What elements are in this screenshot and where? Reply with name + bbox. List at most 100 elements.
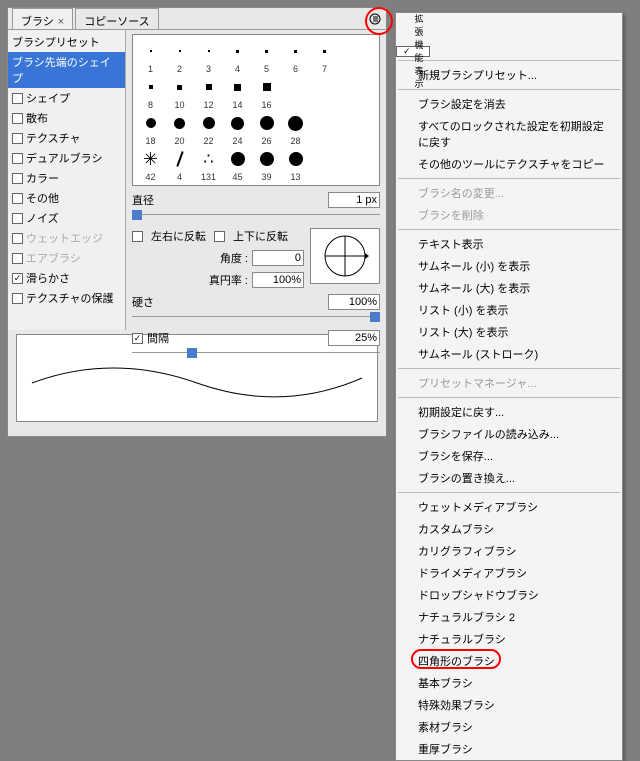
- brush-tip-cell[interactable]: 1: [136, 38, 165, 74]
- brush-tip-cell[interactable]: ✳42: [136, 146, 165, 182]
- sidebar-checkbox[interactable]: [12, 213, 23, 224]
- sidebar-item-テクスチャの保護[interactable]: テクスチャの保護: [8, 288, 125, 308]
- sidebar-checkbox[interactable]: [12, 293, 23, 304]
- brush-tip-cell[interactable]: 39: [252, 146, 281, 182]
- hardness-slider[interactable]: [132, 310, 380, 324]
- brush-tip-cell[interactable]: ∴131: [194, 146, 223, 182]
- brush-tip-cell[interactable]: 13: [281, 146, 310, 182]
- menu-item-ドロップシャドウブラシ[interactable]: ドロップシャドウブラシ: [396, 584, 622, 606]
- brush-tip-cell[interactable]: 26: [252, 110, 281, 146]
- sidebar-checkbox[interactable]: [12, 113, 23, 124]
- flip-x-label: 左右に反転: [151, 228, 206, 244]
- sidebar-checkbox[interactable]: [12, 153, 23, 164]
- sidebar-checkbox[interactable]: [12, 93, 23, 104]
- roundness-label: 真円率 :: [209, 272, 248, 288]
- brush-tip-grid[interactable]: 1234567810121416182022242628✳424∴1314539…: [132, 34, 380, 186]
- sidebar-item-散布[interactable]: 散布: [8, 108, 125, 128]
- sidebar-checkbox[interactable]: [12, 193, 23, 204]
- sidebar-checkbox[interactable]: ✓: [12, 273, 23, 284]
- menu-item-特殊効果ブラシ[interactable]: 特殊効果ブラシ: [396, 694, 622, 716]
- brush-tip-cell[interactable]: 22: [194, 110, 223, 146]
- brush-tip-cell[interactable]: 28: [281, 110, 310, 146]
- tab-clone-source[interactable]: コピーソース: [75, 8, 158, 29]
- hardness-input[interactable]: [328, 294, 380, 310]
- menu-item-ブラシの置き換え...[interactable]: ブラシの置き換え...: [396, 467, 622, 489]
- sidebar-item-ブラシ先端のシェイプ[interactable]: ブラシ先端のシェイプ: [8, 52, 125, 88]
- menu-item-ドライメディアブラシ[interactable]: ドライメディアブラシ: [396, 562, 622, 584]
- menu-item-新規ブラシプリセット...[interactable]: 新規ブラシプリセット...: [396, 64, 622, 86]
- sidebar-label: ウェットエッジ: [26, 230, 103, 246]
- menu-item-基本ブラシ[interactable]: 基本ブラシ: [396, 672, 622, 694]
- brush-tip-cell[interactable]: 20: [165, 110, 194, 146]
- menu-item-四角形のブラシ[interactable]: 四角形のブラシ: [396, 650, 622, 672]
- spacing-checkbox[interactable]: ✓: [132, 333, 143, 344]
- angle-widget[interactable]: [310, 228, 380, 284]
- brush-tip-cell[interactable]: 12: [194, 74, 223, 110]
- brush-tip-cell[interactable]: 16: [252, 74, 281, 110]
- menu-item-テキスト表示[interactable]: テキスト表示: [396, 233, 622, 255]
- brush-tip-cell[interactable]: 6: [281, 38, 310, 74]
- diameter-input[interactable]: [328, 192, 380, 208]
- tab-brush[interactable]: ブラシ×: [12, 8, 73, 29]
- sidebar-label: テクスチャ: [26, 130, 81, 146]
- brush-tip-cell[interactable]: [310, 110, 339, 146]
- menu-item-サムネール (小) を表示[interactable]: サムネール (小) を表示: [396, 255, 622, 277]
- brush-tip-cell[interactable]: 5: [252, 38, 281, 74]
- menu-item-重厚ブラシ[interactable]: 重厚ブラシ: [396, 738, 622, 760]
- brush-tip-cell[interactable]: 18: [136, 110, 165, 146]
- panel-menu-button[interactable]: [368, 12, 382, 26]
- sidebar-item-その他[interactable]: その他: [8, 188, 125, 208]
- brush-tip-cell[interactable]: 45: [223, 146, 252, 182]
- sidebar-item-滑らかさ[interactable]: ✓滑らかさ: [8, 268, 125, 288]
- menu-item-素材ブラシ[interactable]: 素材ブラシ: [396, 716, 622, 738]
- brush-tip-cell[interactable]: 10: [165, 74, 194, 110]
- brush-tip-cell[interactable]: 8: [136, 74, 165, 110]
- flip-x-checkbox[interactable]: [132, 231, 143, 242]
- sidebar-item-ウェットエッジ[interactable]: ウェットエッジ: [8, 228, 125, 248]
- menu-item-リスト (大) を表示[interactable]: リスト (大) を表示: [396, 321, 622, 343]
- menu-item-ウェットメディアブラシ[interactable]: ウェットメディアブラシ: [396, 496, 622, 518]
- menu-item-ブラシ設定を消去[interactable]: ブラシ設定を消去: [396, 93, 622, 115]
- brush-tip-cell[interactable]: 7: [310, 38, 339, 74]
- spacing-slider[interactable]: [132, 346, 380, 360]
- sidebar-item-テクスチャ[interactable]: テクスチャ: [8, 128, 125, 148]
- brush-tip-cell[interactable]: 14: [223, 74, 252, 110]
- menu-item-拡張機能表示[interactable]: 拡張機能表示: [396, 46, 430, 57]
- menu-item-ナチュラルブラシ 2[interactable]: ナチュラルブラシ 2: [396, 606, 622, 628]
- sidebar-item-カラー[interactable]: カラー: [8, 168, 125, 188]
- menu-item-初期設定に戻す...[interactable]: 初期設定に戻す...: [396, 401, 622, 423]
- menu-item-サムネール (ストローク)[interactable]: サムネール (ストローク): [396, 343, 622, 365]
- sidebar-item-シェイプ[interactable]: シェイプ: [8, 88, 125, 108]
- sidebar-checkbox[interactable]: [12, 253, 23, 264]
- sidebar-item-ノイズ[interactable]: ノイズ: [8, 208, 125, 228]
- menu-item-ブラシを保存...[interactable]: ブラシを保存...: [396, 445, 622, 467]
- menu-item-カスタムブラシ[interactable]: カスタムブラシ: [396, 518, 622, 540]
- menu-item-カリグラフィブラシ[interactable]: カリグラフィブラシ: [396, 540, 622, 562]
- menu-item-リスト (小) を表示[interactable]: リスト (小) を表示: [396, 299, 622, 321]
- sidebar-item-エアブラシ[interactable]: エアブラシ: [8, 248, 125, 268]
- sidebar-checkbox[interactable]: [12, 173, 23, 184]
- sidebar-checkbox[interactable]: [12, 133, 23, 144]
- sidebar-item-デュアルブラシ[interactable]: デュアルブラシ: [8, 148, 125, 168]
- menu-item-その他のツールにテクスチャをコピー[interactable]: その他のツールにテクスチャをコピー: [396, 153, 622, 175]
- menu-item-すべてのロックされた設定を初期設定に戻す[interactable]: すべてのロックされた設定を初期設定に戻す: [396, 115, 622, 153]
- hardness-label: 硬さ: [132, 294, 154, 310]
- brush-tip-cell[interactable]: [310, 146, 339, 182]
- diameter-slider[interactable]: [132, 208, 380, 222]
- menu-item-サムネール (大) を表示[interactable]: サムネール (大) を表示: [396, 277, 622, 299]
- brush-tip-cell[interactable]: 24: [223, 110, 252, 146]
- brush-tip-cell[interactable]: 3: [194, 38, 223, 74]
- brush-tip-cell[interactable]: [281, 74, 310, 110]
- roundness-input[interactable]: [252, 272, 304, 288]
- sidebar-checkbox[interactable]: [12, 233, 23, 244]
- brush-tip-cell[interactable]: 4: [165, 146, 194, 182]
- brush-tip-cell[interactable]: [310, 74, 339, 110]
- brush-tip-cell[interactable]: 4: [223, 38, 252, 74]
- menu-item-ブラシファイルの読み込み...[interactable]: ブラシファイルの読み込み...: [396, 423, 622, 445]
- brush-tip-cell[interactable]: 2: [165, 38, 194, 74]
- close-icon[interactable]: ×: [58, 16, 64, 28]
- angle-input[interactable]: [252, 250, 304, 266]
- sidebar-item-ブラシプリセット[interactable]: ブラシプリセット: [8, 32, 125, 52]
- flip-y-checkbox[interactable]: [214, 231, 225, 242]
- menu-item-ナチュラルブラシ[interactable]: ナチュラルブラシ: [396, 628, 622, 650]
